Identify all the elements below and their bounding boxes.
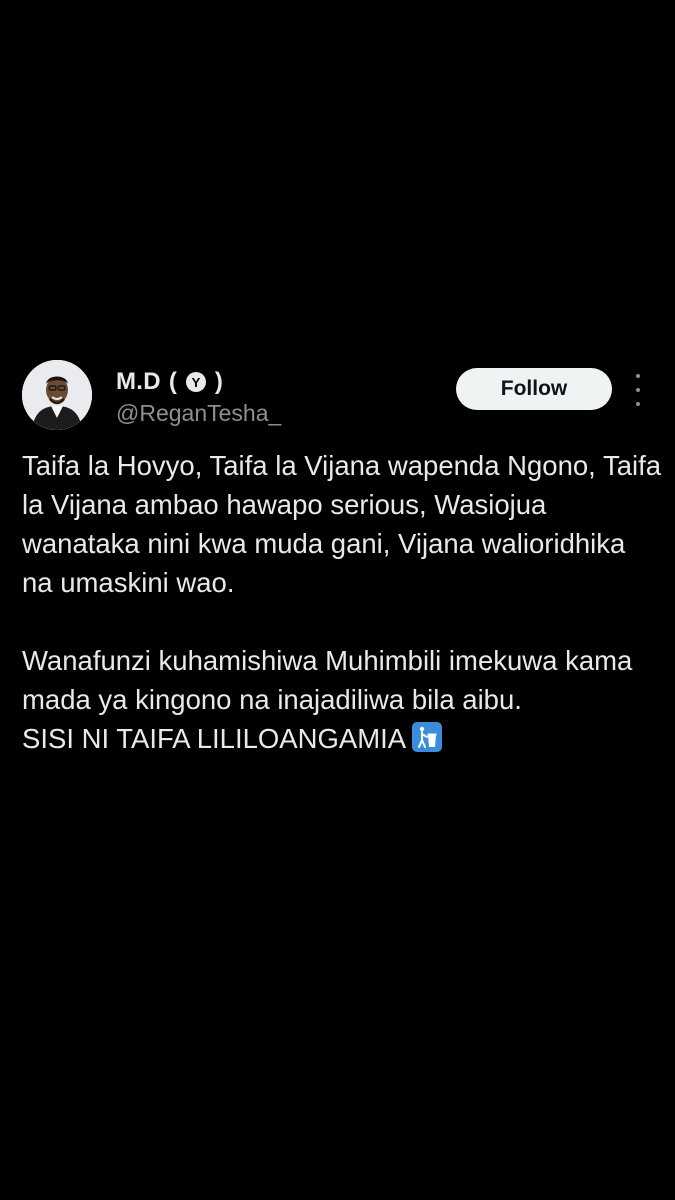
author-display-name[interactable]: M.D: [116, 368, 161, 396]
person-avatar-icon: [22, 360, 92, 430]
post-paragraph-3: SISI NI TAIFA LILILOANGAMIA: [22, 719, 662, 758]
put-litter-in-its-place-icon: [412, 722, 443, 752]
close-paren: ): [214, 368, 223, 395]
author-handle[interactable]: @ReganTesha_: [116, 400, 281, 427]
open-paren: (: [168, 368, 177, 395]
dot: [636, 388, 640, 392]
post-paragraph-2: Wanafunzi kuhamishiwa Muhimbili imekuwa …: [22, 645, 633, 715]
author-name-row[interactable]: M.D ( Y): [116, 368, 223, 396]
dot: [636, 402, 640, 406]
post-closing-line: SISI NI TAIFA LILILOANGAMIA: [22, 723, 407, 754]
post-paragraph-1: Taifa la Hovyo, Taifa la Vijana wapenda …: [22, 450, 662, 598]
post-body: Taifa la Hovyo, Taifa la Vijana wapenda …: [22, 446, 662, 758]
circled-letter-badge-icon: Y: [185, 372, 206, 392]
follow-button[interactable]: Follow: [456, 368, 612, 410]
more-vertical-icon[interactable]: [628, 374, 648, 406]
dot: [636, 374, 640, 378]
author-avatar[interactable]: [22, 360, 92, 430]
